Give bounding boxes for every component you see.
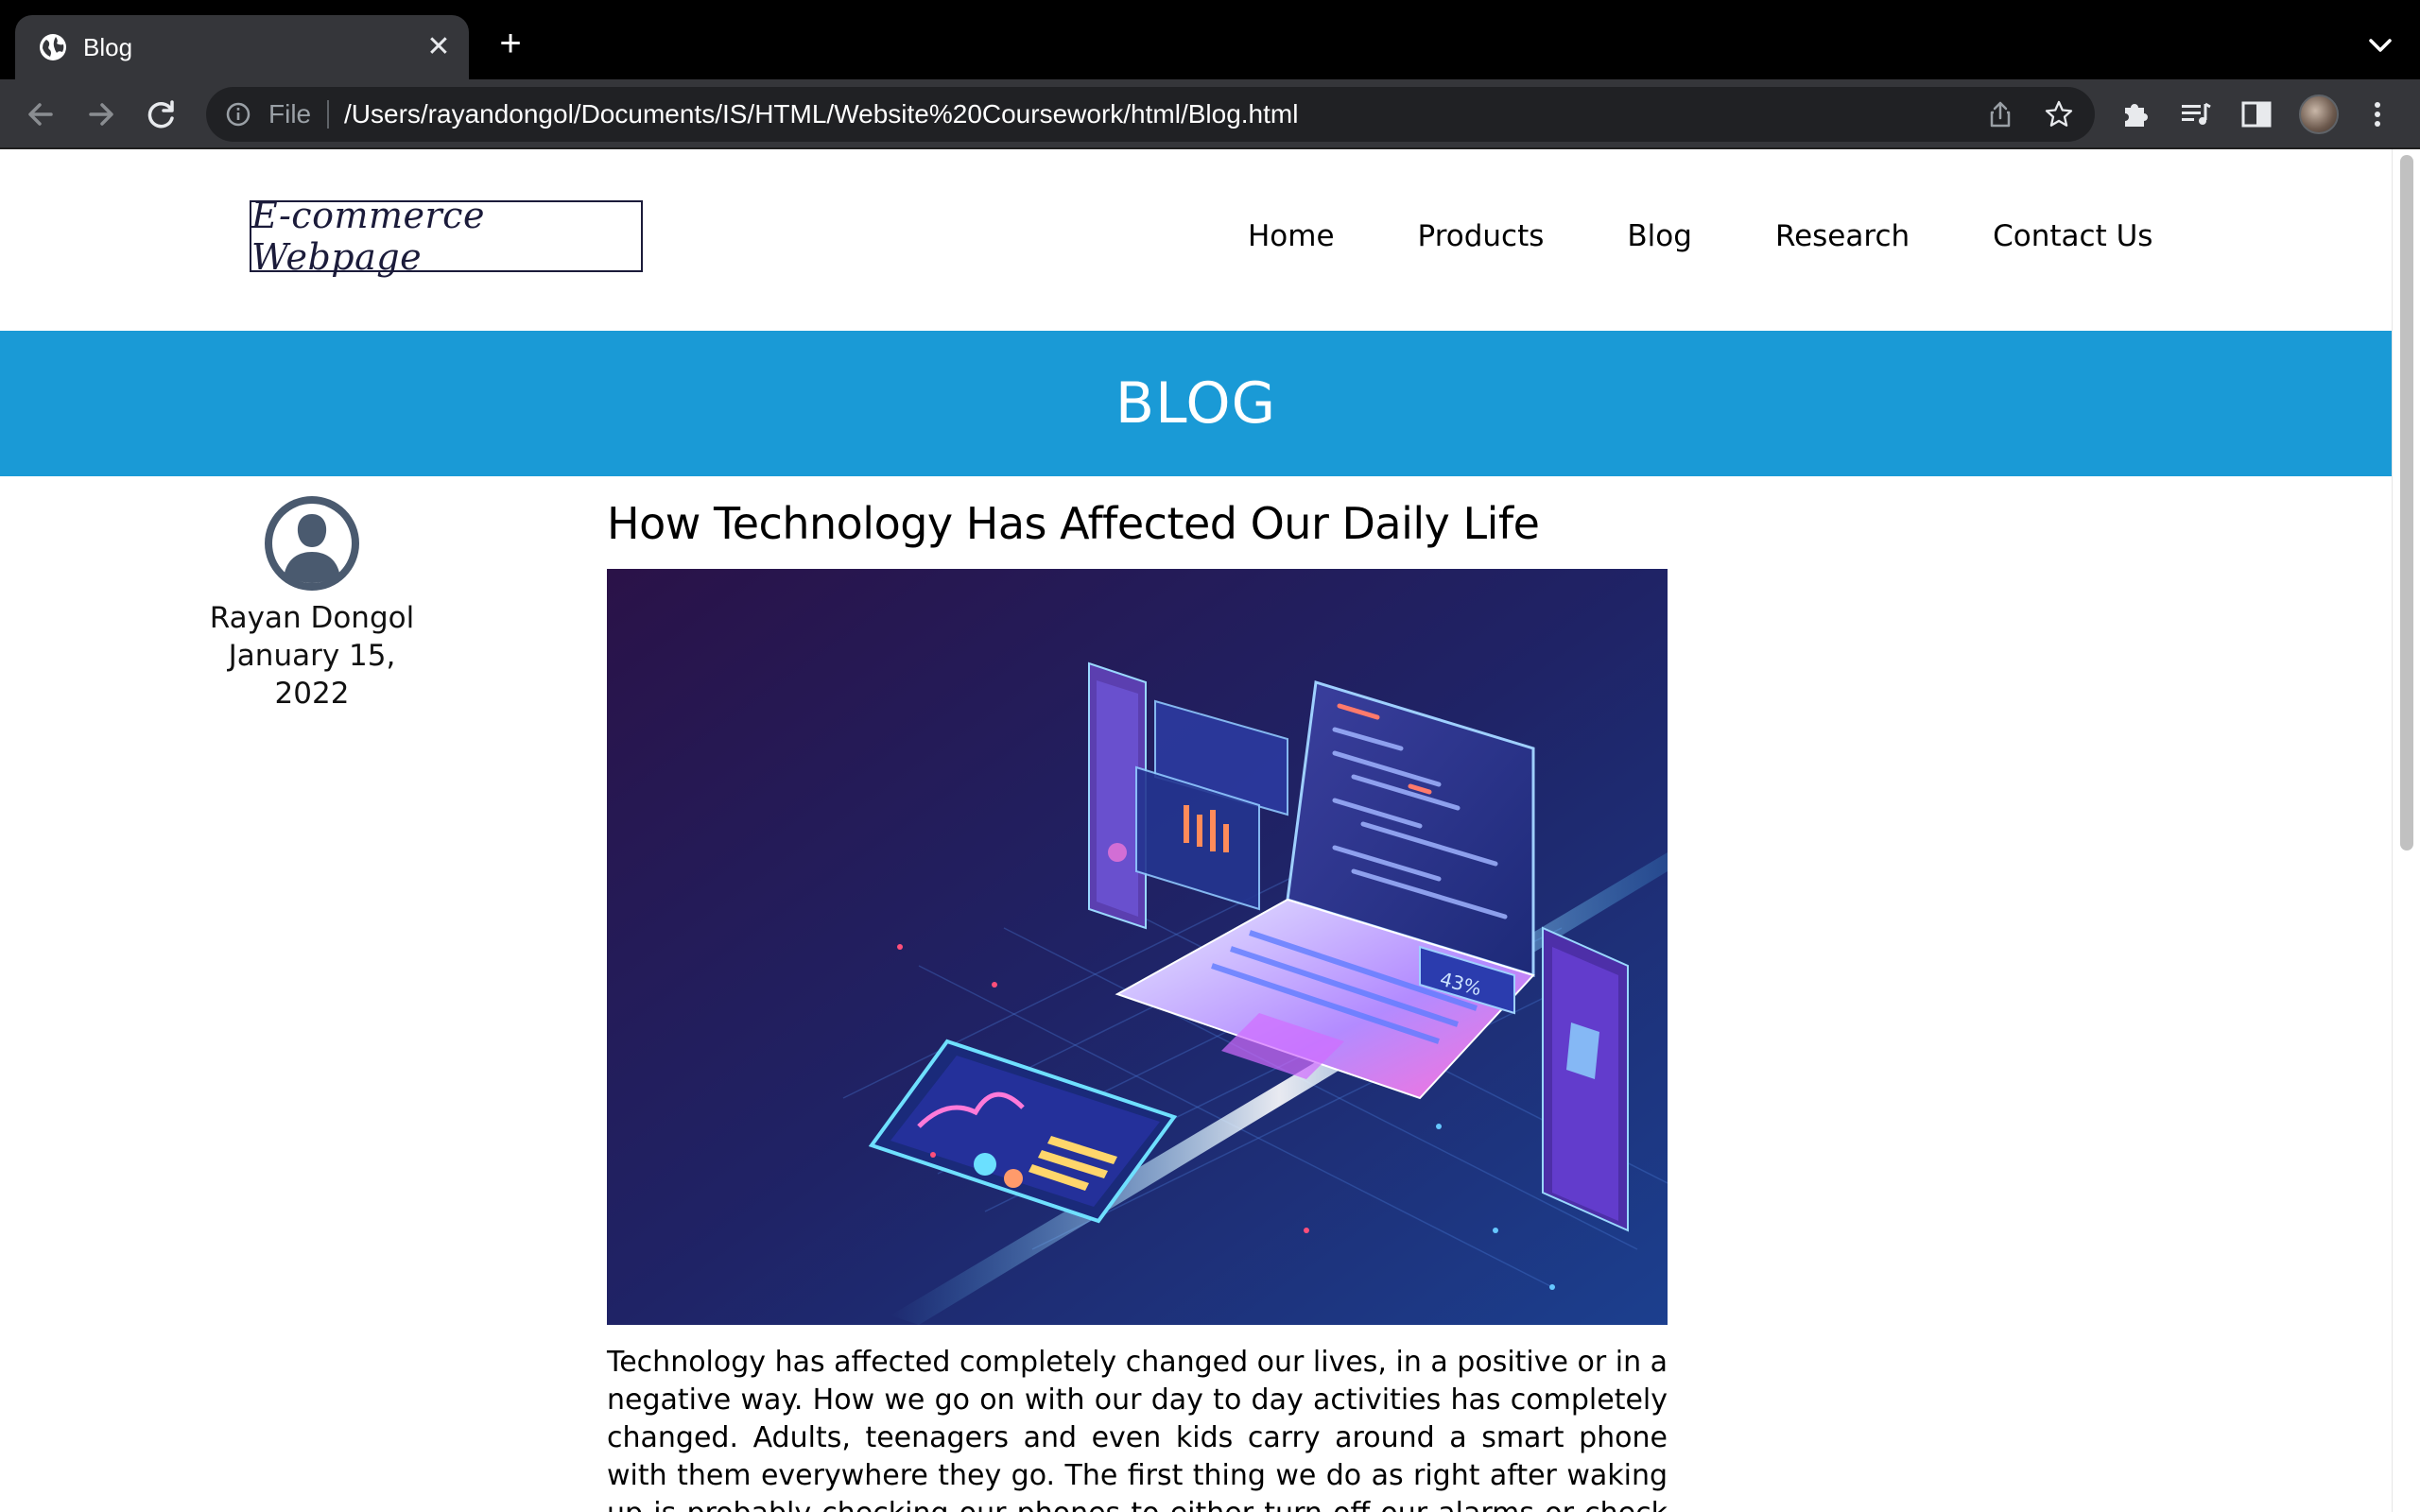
browser-tab-active[interactable]: Blog ✕	[15, 15, 469, 79]
author-card: Rayan Dongol January 15, 2022	[189, 495, 435, 713]
nav-link-home[interactable]: Home	[1248, 215, 1335, 257]
new-tab-button[interactable]: +	[490, 25, 531, 66]
page-viewport: E-commerce Webpage Home Products Blog Re…	[0, 149, 2392, 1512]
nav-link-blog[interactable]: Blog	[1627, 215, 1692, 257]
nav-link-contact-us[interactable]: Contact Us	[1993, 215, 2152, 257]
media-queue-icon[interactable]	[2178, 96, 2214, 132]
article-body: Technology has affected completely chang…	[607, 1346, 1668, 1512]
forward-arrow-icon[interactable]	[79, 93, 123, 136]
address-url[interactable]: /Users/rayandongol/Documents/IS/HTML/Web…	[344, 99, 1298, 129]
site-logo[interactable]: E-commerce Webpage	[250, 195, 643, 278]
browser-toolbar: File /Users/rayandongol/Documents/IS/HTM…	[0, 79, 2420, 149]
site-navigation: Home Products Blog Research Contact Us	[1248, 215, 2236, 257]
close-tab-icon[interactable]: ✕	[422, 30, 456, 64]
tab-title: Blog	[83, 33, 133, 61]
blog-article: How Technology Has Affected Our Daily Li…	[607, 495, 1668, 1512]
bookmark-star-icon[interactable]	[2044, 99, 2074, 129]
tab-search-chevron-icon[interactable]	[2361, 26, 2399, 64]
back-arrow-icon[interactable]	[19, 93, 62, 136]
browser-tab-strip: Blog ✕ +	[0, 0, 2420, 79]
info-icon[interactable]	[225, 101, 251, 128]
site-logo-text: E-commerce Webpage	[251, 195, 485, 278]
user-avatar-icon	[265, 496, 359, 591]
author-name: Rayan Dongol	[209, 601, 415, 635]
globe-icon	[40, 34, 66, 60]
page-banner: BLOG	[0, 331, 2392, 476]
address-scheme-label: File	[268, 99, 312, 129]
scrollbar-thumb[interactable]	[2400, 155, 2413, 850]
post-date: January 15, 2022	[228, 639, 396, 711]
address-separator	[327, 100, 329, 129]
kebab-menu-icon[interactable]	[2360, 96, 2395, 132]
article-title: How Technology Has Affected Our Daily Li…	[607, 498, 1540, 549]
nav-link-products[interactable]: Products	[1418, 215, 1545, 257]
share-icon[interactable]	[1985, 99, 2015, 129]
article-hero-image: 43%	[607, 569, 1668, 1325]
nav-link-research[interactable]: Research	[1775, 215, 1910, 257]
page-scrollbar[interactable]	[2392, 149, 2420, 1512]
extensions-puzzle-icon[interactable]	[2118, 96, 2153, 132]
profile-avatar[interactable]	[2299, 94, 2339, 134]
side-panel-icon[interactable]	[2238, 96, 2274, 132]
address-bar[interactable]: File /Users/rayandongol/Documents/IS/HTM…	[206, 87, 2095, 142]
banner-title: BLOG	[1115, 370, 1277, 437]
reload-icon[interactable]	[140, 93, 183, 136]
